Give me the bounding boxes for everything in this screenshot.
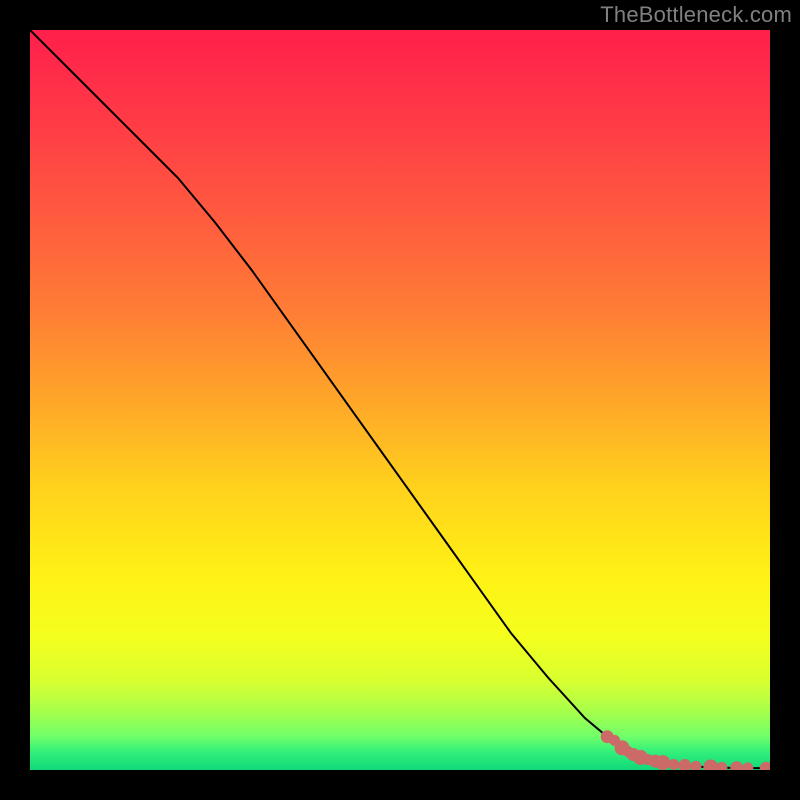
bottleneck-chart xyxy=(0,0,800,800)
data-point xyxy=(669,759,679,769)
data-point xyxy=(679,760,691,772)
data-point xyxy=(656,756,670,770)
chart-container: TheBottleneck.com xyxy=(0,0,800,800)
watermark-text: TheBottleneck.com xyxy=(600,2,792,28)
data-point xyxy=(691,761,701,771)
